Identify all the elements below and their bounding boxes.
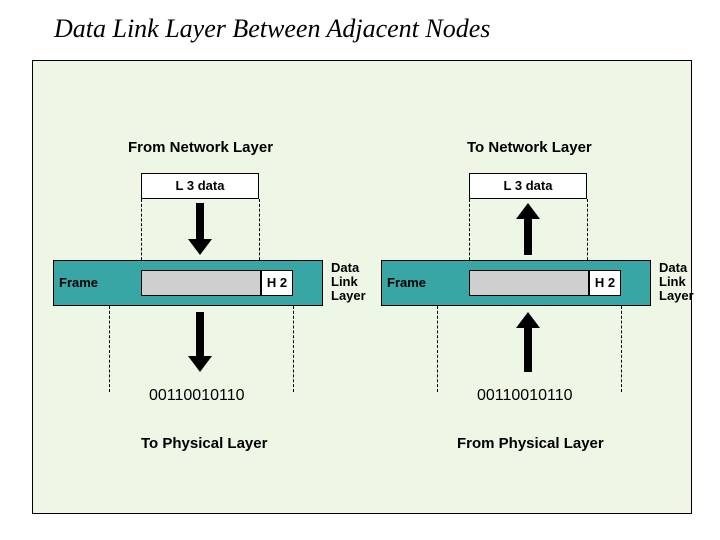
left-l3-box: L 3 data xyxy=(141,173,259,199)
left-lower-guide-r xyxy=(293,306,294,392)
right-lower-guide-r xyxy=(621,306,622,392)
left-lower-guide-l xyxy=(109,306,110,392)
right-frame-payload xyxy=(469,270,589,296)
diagram-panel: From Network Layer L 3 data Frame H 2 Da… xyxy=(32,60,692,514)
left-bits: 00110010110 xyxy=(149,387,245,405)
down-arrow-2-icon xyxy=(188,312,212,372)
right-h2-box: H 2 xyxy=(589,270,621,296)
up-arrow-2-icon xyxy=(516,312,540,372)
right-bits: 00110010110 xyxy=(477,387,573,405)
right-top-label: To Network Layer xyxy=(467,139,592,156)
right-lower-guide-l xyxy=(437,306,438,392)
left-frame-payload xyxy=(141,270,261,296)
right-frame-label: Frame xyxy=(387,275,426,290)
left-top-label: From Network Layer xyxy=(128,139,273,156)
right-l3-box: L 3 data xyxy=(469,173,587,199)
left-h2-box: H 2 xyxy=(261,270,293,296)
down-arrow-icon xyxy=(188,203,212,255)
right-bottom-label: From Physical Layer xyxy=(457,435,604,452)
right-dll-label: Data Link Layer xyxy=(659,261,694,303)
up-arrow-icon xyxy=(516,203,540,255)
page-title: Data Link Layer Between Adjacent Nodes xyxy=(54,14,490,44)
left-frame-label: Frame xyxy=(59,275,98,290)
left-dll-label: Data Link Layer xyxy=(331,261,366,303)
left-bottom-label: To Physical Layer xyxy=(141,435,267,452)
